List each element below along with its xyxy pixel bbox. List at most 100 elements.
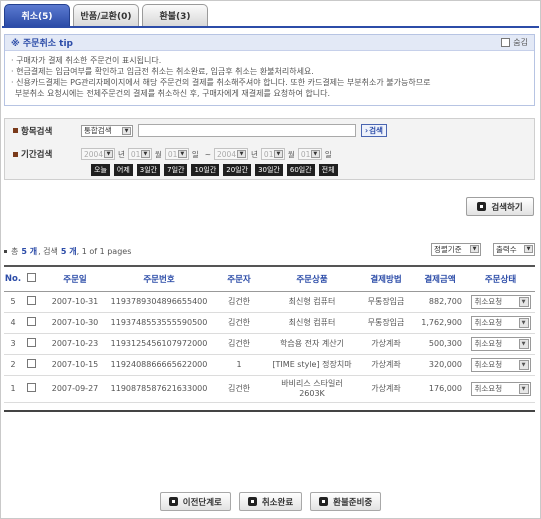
order-date: 2007-09-27: [51, 384, 99, 393]
sort-select[interactable]: 정렬기준 ▼: [431, 243, 481, 256]
quick-10days-button[interactable]: 10일간: [191, 164, 220, 176]
hide-checkbox[interactable]: [501, 38, 511, 47]
search-input[interactable]: [138, 124, 356, 137]
product-name[interactable]: 학습용 전자 계산기: [266, 339, 358, 349]
period-search-row: 기간검색 2004 ▼ 년 01 ▼ 월 01 ▼ 일 ~ 2004 ▼ 년 01 ▼ 월…: [5, 148, 534, 160]
bullet-icon: [13, 151, 18, 157]
row-no: 2: [10, 360, 16, 369]
button-icon: [247, 497, 257, 506]
chevron-down-icon: ▼: [140, 150, 150, 158]
payment-amount: 500,300: [428, 339, 462, 348]
row-checkbox[interactable]: [27, 338, 36, 347]
col-order-date: 주문일: [63, 275, 87, 285]
chevron-down-icon: ▼: [518, 297, 529, 307]
row-no: 4: [10, 318, 16, 327]
tab-cancel[interactable]: 취소(5): [4, 4, 70, 26]
item-search-row: 항목검색 통합검색 ▼ › 검색: [5, 124, 534, 137]
row-checkbox[interactable]: [27, 359, 36, 368]
table-row[interactable]: 3 2007-10-23 1193125456107972000 김건한 학습용…: [4, 334, 535, 355]
to-day-select[interactable]: 01 ▼: [297, 148, 322, 160]
row-checkbox[interactable]: [27, 317, 36, 326]
tip-body: · 구매자가 결제 취소한 주문건이 표시됩니다. · 현금결제는 입금여부를 …: [5, 51, 534, 103]
col-amount: 결제금액: [424, 275, 456, 285]
payment-amount: 320,000: [428, 360, 462, 369]
product-name[interactable]: 최신형 컴퓨터: [266, 297, 358, 307]
from-year-select[interactable]: 2004 ▼: [81, 148, 115, 160]
tab-refund[interactable]: 환불(3): [142, 4, 208, 26]
table-row[interactable]: 2 2007-10-15 1192408866665622000 1 [TIME…: [4, 355, 535, 376]
col-payment: 결제방법: [370, 275, 402, 285]
tip-line: · 신용카드결제는 PG관리자페이지에서 해당 주문건의 결제를 취소해주셔야 …: [11, 78, 431, 87]
status-select[interactable]: 취소요청 ▼: [470, 382, 531, 396]
quick-3days-button[interactable]: 3일간: [136, 164, 161, 176]
status-select[interactable]: 취소요청 ▼: [470, 316, 531, 330]
row-no: 3: [10, 339, 16, 348]
search-panel: 항목검색 통합검색 ▼ › 검색 기간검색 2004 ▼ 년 01 ▼ 월 01 ▼ …: [4, 118, 535, 180]
result-summary: 총 5 개 , 검색 5 개 , 1 of 1 pages: [4, 246, 131, 257]
payment-amount: 1,762,900: [421, 318, 462, 327]
col-buyer: 주문자: [227, 275, 251, 285]
quick-20days-button[interactable]: 20일간: [223, 164, 252, 176]
page-size-select[interactable]: 출력수 ▼: [493, 243, 535, 256]
payment-method: 무통장입금: [367, 318, 405, 327]
chevron-down-icon: ▼: [104, 150, 113, 158]
quick-all-button[interactable]: 전체: [318, 164, 338, 176]
previous-step-button[interactable]: 이전단계로: [159, 492, 231, 511]
order-number[interactable]: 1193748553555590500: [106, 318, 212, 328]
payment-method: 가상계좌: [371, 360, 401, 369]
chevron-down-icon: ▼: [273, 150, 283, 158]
col-select-all[interactable]: [22, 273, 44, 285]
status-tabs: 취소(5) 반품/교환(0) 환불(3): [4, 4, 211, 26]
table-row[interactable]: 4 2007-10-30 1193748553555590500 김건한 최신형…: [4, 313, 535, 334]
buyer-name: 김건한: [227, 297, 251, 306]
product-name[interactable]: [TIME style] 정장치마: [266, 360, 358, 370]
from-day-select[interactable]: 01 ▼: [164, 148, 189, 160]
order-date: 2007-10-15: [51, 360, 99, 369]
order-number[interactable]: 1192408866665622000: [106, 360, 212, 370]
order-number[interactable]: 1190878587621633000: [106, 384, 212, 394]
buyer-name: 1: [236, 360, 242, 369]
tip-line: 부분취소 요청시에는 전체주문건의 결제를 취소하신 후, 구매자에게 재결제를…: [15, 89, 331, 98]
tab-underline: [2, 26, 539, 28]
tab-return-exchange[interactable]: 반품/교환(0): [73, 4, 139, 26]
order-table: No. 주문일 주문번호 주문자 주문상품 결제방법 결제금액 주문상태 5 2…: [4, 265, 535, 403]
to-year-select[interactable]: 2004 ▼: [214, 148, 249, 160]
select-all-checkbox[interactable]: [27, 273, 36, 282]
col-order-no: 주문번호: [143, 275, 175, 285]
row-checkbox[interactable]: [27, 296, 36, 305]
chevron-down-icon: ▼: [237, 150, 247, 158]
action-buttons: 이전단계로 취소완료 환불준비중: [0, 492, 541, 511]
product-name[interactable]: 최신형 컴퓨터: [266, 318, 358, 328]
order-number[interactable]: 1193789304896655400: [106, 297, 212, 307]
quick-60days-button[interactable]: 60일간: [286, 164, 315, 176]
table-row[interactable]: 1 2007-09-27 1190878587621633000 김건한 바비리…: [4, 376, 535, 403]
quick-yesterday-button[interactable]: 어제: [113, 164, 133, 176]
cancel-complete-button[interactable]: 취소완료: [238, 492, 303, 511]
search-field-select[interactable]: 통합검색 ▼: [81, 124, 133, 137]
row-no: 1: [10, 384, 16, 393]
row-checkbox[interactable]: [27, 383, 36, 392]
chevron-down-icon: ▼: [518, 384, 529, 394]
buyer-name: 김건한: [227, 384, 251, 393]
tip-hide-toggle[interactable]: 숨김: [501, 37, 528, 48]
quick-today-button[interactable]: 오늘: [91, 164, 110, 176]
quick-7days-button[interactable]: 7일간: [164, 164, 188, 176]
search-go-button[interactable]: › 검색: [361, 124, 387, 137]
payment-amount: 882,700: [428, 297, 462, 306]
status-select[interactable]: 취소요청 ▼: [470, 295, 531, 309]
search-submit-button[interactable]: 검색하기: [466, 197, 534, 216]
table-row[interactable]: 5 2007-10-31 1193789304896655400 김건한 최신형…: [4, 292, 535, 313]
quick-30days-button[interactable]: 30일간: [255, 164, 283, 176]
product-name[interactable]: 바비리스 스타일러 2603K: [266, 379, 358, 399]
refund-preparing-button[interactable]: 환불준비중: [310, 492, 382, 511]
order-number[interactable]: 1193125456107972000: [106, 339, 212, 349]
to-month-select[interactable]: 01 ▼: [260, 148, 285, 160]
chevron-down-icon: ▼: [122, 126, 131, 135]
from-month-select[interactable]: 01 ▼: [127, 148, 152, 160]
status-select[interactable]: 취소요청 ▼: [470, 358, 531, 372]
quick-period-row: 오늘 어제 3일간 7일간 10일간 20일간 30일간 60일간 전체: [5, 164, 534, 176]
status-select[interactable]: 취소요청 ▼: [470, 337, 531, 351]
chevron-down-icon: ▼: [524, 245, 533, 253]
table-header: No. 주문일 주문번호 주문자 주문상품 결제방법 결제금액 주문상태: [4, 267, 535, 292]
arrow-icon: ›: [365, 126, 369, 135]
